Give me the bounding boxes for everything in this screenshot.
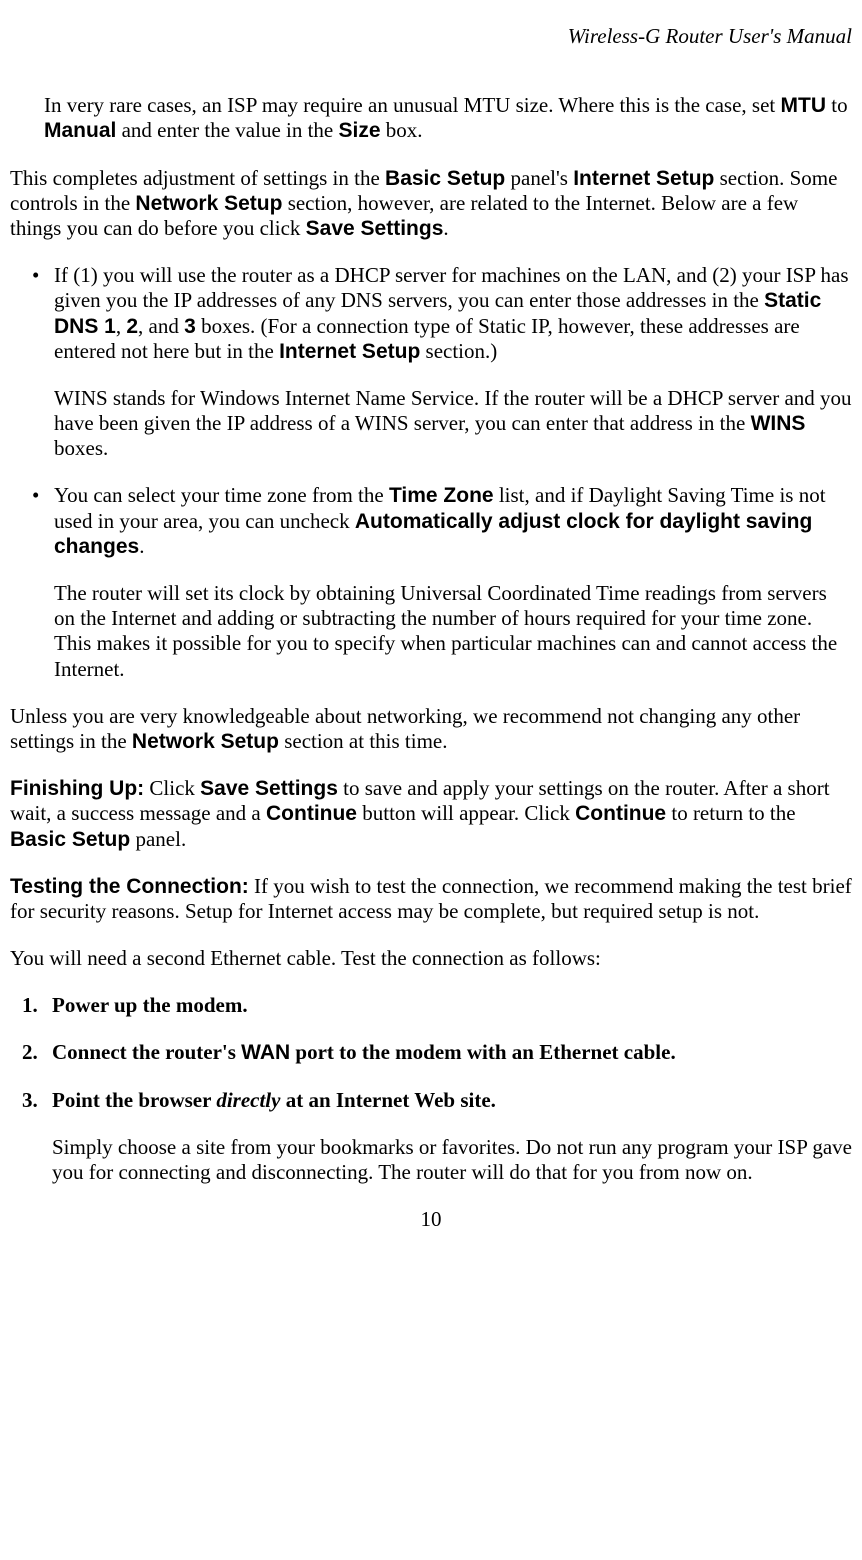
text: button will appear. Click	[357, 801, 575, 825]
italic-directly: directly	[216, 1088, 280, 1112]
step-1: Power up the modem.	[22, 993, 852, 1018]
bold-continue: Continue	[266, 802, 357, 825]
step-1-text: Power up the modem.	[52, 993, 248, 1017]
text: , and	[138, 314, 184, 338]
paragraph-finishing-up: Finishing Up: Click Save Settings to sav…	[10, 776, 852, 852]
paragraph-mtu: In very rare cases, an ISP may require a…	[44, 93, 852, 143]
paragraph-second-cable: You will need a second Ethernet cable. T…	[10, 946, 852, 971]
text: section at this time.	[279, 729, 448, 753]
text: to	[826, 93, 848, 117]
bold-mtu: MTU	[781, 94, 827, 117]
bold-wan: WAN	[241, 1041, 290, 1064]
bold-network-setup: Network Setup	[135, 192, 282, 215]
text: panel's	[505, 166, 573, 190]
bold-wins: WINS	[751, 412, 806, 435]
text: In very rare cases, an ISP may require a…	[44, 93, 781, 117]
paragraph-completes: This completes adjustment of settings in…	[10, 166, 852, 242]
bullet-item-timezone: You can select your time zone from the T…	[28, 483, 852, 681]
text: and enter the value in the	[116, 118, 338, 142]
bold-basic-setup: Basic Setup	[385, 167, 505, 190]
bullet-list: If (1) you will use the router as a DHCP…	[28, 263, 852, 682]
text: to return to the	[666, 801, 795, 825]
bold-internet-setup-2: Internet Setup	[279, 340, 420, 363]
steps-list: Power up the modem. Connect the router's…	[22, 993, 852, 1185]
sub-paragraph-clock: The router will set its clock by obtaini…	[54, 581, 852, 682]
text: You can select your time zone from the	[54, 483, 389, 507]
text: port to the modem with an Ethernet cable…	[290, 1040, 676, 1064]
page-header: Wireless-G Router User's Manual	[10, 24, 852, 49]
page-number: 10	[10, 1207, 852, 1232]
step-2: Connect the router's WAN port to the mod…	[22, 1040, 852, 1065]
bold-network-setup-2: Network Setup	[132, 730, 279, 753]
bold-manual: Manual	[44, 119, 116, 142]
text: This completes adjustment of settings in…	[10, 166, 385, 190]
text: Click	[144, 776, 200, 800]
text: Connect the router's	[52, 1040, 241, 1064]
bold-save-settings: Save Settings	[306, 217, 444, 240]
bold-continue-2: Continue	[575, 802, 666, 825]
lead-testing: Testing the Connection:	[10, 875, 249, 898]
bold-size: Size	[339, 119, 381, 142]
text: Point the browser	[52, 1088, 216, 1112]
text: .	[443, 216, 448, 240]
text: ,	[116, 314, 127, 338]
bold-save-settings-2: Save Settings	[200, 777, 338, 800]
text: panel.	[130, 827, 186, 851]
sub-paragraph-wins: WINS stands for Windows Internet Name Se…	[54, 386, 852, 462]
text: box.	[381, 118, 423, 142]
paragraph-testing: Testing the Connection: If you wish to t…	[10, 874, 852, 924]
text: section.)	[420, 339, 497, 363]
bold-time-zone: Time Zone	[389, 484, 494, 507]
bold-basic-setup-2: Basic Setup	[10, 828, 130, 851]
bold-internet-setup: Internet Setup	[573, 167, 714, 190]
bold-3: 3	[184, 315, 196, 338]
text: WINS stands for Windows Internet Name Se…	[54, 386, 852, 435]
text: boxes.	[54, 436, 108, 460]
paragraph-unless: Unless you are very knowledgeable about …	[10, 704, 852, 754]
text: If (1) you will use the router as a DHCP…	[54, 263, 849, 312]
step-3-body: Simply choose a site from your bookmarks…	[52, 1135, 852, 1185]
text: .	[139, 534, 144, 558]
bullet-item-dns: If (1) you will use the router as a DHCP…	[28, 263, 852, 461]
step-3: Point the browser directly at an Interne…	[22, 1088, 852, 1186]
lead-finishing-up: Finishing Up:	[10, 777, 144, 800]
text: at an Internet Web site.	[280, 1088, 495, 1112]
bold-2: 2	[126, 315, 138, 338]
